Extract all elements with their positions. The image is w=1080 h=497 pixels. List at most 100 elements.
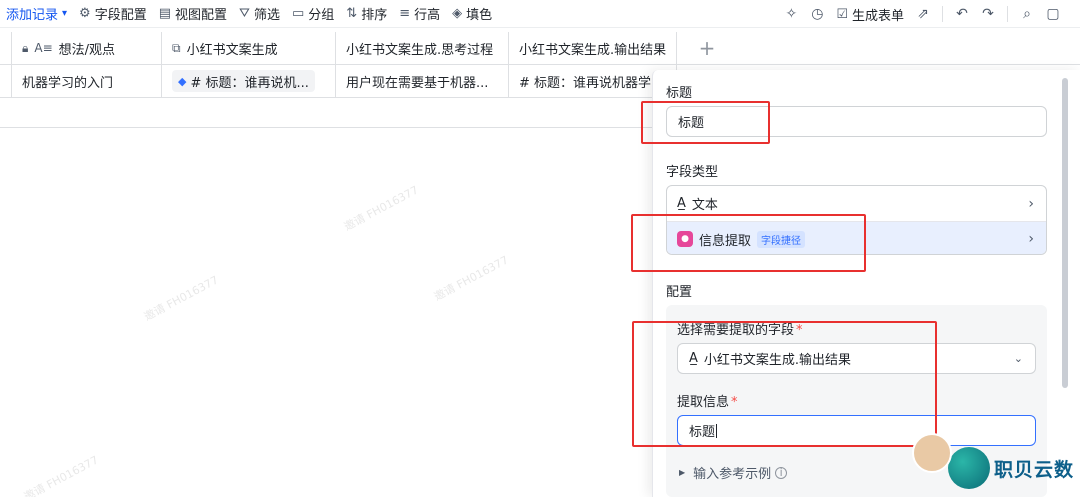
row-height-button[interactable]: ≡ 行高 [393,2,446,26]
brand-name: 职贝云数 [993,458,1074,481]
add-column-button[interactable]: + [677,32,737,64]
column-header-idea[interactable]: 🔒︎ A≡ 想法/观点 [12,32,162,64]
cell-text: 用户现在需要基于机器... [346,75,489,91]
chevron-down-icon: ▾ [62,8,68,19]
lock-icon: 🔒︎ [22,40,29,55]
table-cell[interactable]: ◆ # 标题：谁再说机... [162,65,336,97]
undo-icon[interactable]: ↶ [949,2,975,26]
add-record-label: 添加记录 [6,8,59,23]
table-cell[interactable]: 机器学习的入门 [12,65,162,97]
example-label: 输入参考示例 [693,467,772,482]
extract-info-input[interactable]: 标题 [677,415,1036,446]
avatar [911,433,952,473]
chevron-right-icon: › [1028,231,1034,247]
title-label: 标题 [666,86,693,101]
row-height-icon: ≡ [399,6,411,21]
generate-form-label: 生成表单 [851,8,904,24]
field-type-text-option[interactable]: A̲ 文本 › [667,186,1046,221]
fill-color-label: 填色 [466,8,493,23]
watermark: 邀请 FH016377 [341,183,421,234]
field-type-extract-option[interactable]: ● 信息提取 字段捷径 › [667,221,1046,254]
column-header-label: 小红书文案生成 [186,42,278,58]
text-type-icon: A̲ [689,351,698,366]
title-input-value: 标题 [678,116,705,131]
extract-info-label-text: 提取信息 [677,395,730,410]
config-label: 配置 [666,285,693,300]
column-header-label: 小红书文案生成.输出结果 [519,42,667,58]
sort-label: 排序 [361,8,388,23]
field-config-button[interactable]: ⚙ 字段配置 [73,2,153,26]
add-record-button[interactable]: 添加记录 ▾ [0,2,73,26]
select-field-label: 选择需要提取的字段 * [677,319,803,338]
search-icon[interactable]: ⌕ [1014,2,1040,26]
toolbar: 添加记录 ▾ ⚙ 字段配置 ▤ 视图配置 ⛛ 筛选 ▭ 分组 ⇅ 排序 ≡ 行高… [0,0,1080,28]
required-mark: * [796,323,803,338]
column-header-label: 小红书文案生成.思考过程 [346,42,494,58]
filter-button[interactable]: ⛛ 筛选 [233,2,286,26]
toolbar-divider [1007,6,1008,22]
column-header-thinking[interactable]: 小红书文案生成.思考过程 [336,32,509,64]
text-caret [716,423,718,438]
toolbar-right: ✧ ◷ ☑ 生成表单 ⇗ ↶ ↷ ⌕ ▢ [778,2,1066,26]
generate-form-button[interactable]: ☑ 生成表单 [830,2,910,26]
required-mark: * [731,395,738,410]
comment-icon[interactable]: ▢ [1040,2,1066,26]
view-config-button[interactable]: ▤ 视图配置 [153,2,233,26]
field-type-extract-label: 信息提取 [699,233,752,249]
example-toggle[interactable]: ▶ 输入参考示例 i [679,463,788,482]
view-config-label: 视图配置 [175,8,228,23]
watermark: 邀请 FH016377 [141,273,221,324]
field-config-panel: 标题 标题 字段类型 A̲ 文本 › ● 信息提取 字段捷径 › 配置 选择需要… [652,70,1080,497]
cell-text: 机器学习的入门 [22,75,114,91]
extract-icon: ● [677,231,693,247]
watermark: 邀请 FH016377 [21,453,101,497]
globe-icon [947,447,990,489]
row-edge [0,65,12,97]
info-icon: i [775,466,788,479]
group-icon: ▭ [291,6,305,21]
sparkle-icon[interactable]: ✧ [778,2,804,26]
table-cell[interactable]: 用户现在需要基于机器... [336,65,509,97]
filter-label: 筛选 [253,8,280,23]
shortcut-badge: 字段捷径 [757,230,806,248]
cell-text: # 标题：谁再说机... [190,75,309,91]
field-type-label: 字段类型 [666,165,719,180]
field-type-text-label: 文本 [691,198,718,213]
gear-icon: ⚙ [79,6,91,21]
column-header-output[interactable]: 小红书文案生成.输出结果 [509,32,677,64]
form-icon: ☑ [836,6,848,22]
brand-logo: 职贝云数 [911,433,1074,489]
toolbar-divider [942,6,943,22]
paint-bucket-icon: ◈ [452,6,463,21]
text-type-icon: A̲ [677,196,686,211]
ai-icon: ◆ [178,74,187,88]
grid-header: 🔒︎ A≡ 想法/观点 ⧉ 小红书文案生成 小红书文案生成.思考过程 小红书文案… [0,32,1080,65]
fill-color-button[interactable]: ◈ 填色 [446,2,498,26]
source-field-value: 小红书文案生成.输出结果 [703,353,852,368]
grid-header-edge [0,32,12,64]
group-button[interactable]: ▭ 分组 [286,2,340,26]
chevron-right-icon: › [1028,195,1034,212]
title-input[interactable]: 标题 [666,106,1047,137]
extract-info-label: 提取信息 * [677,391,738,410]
scrollbar[interactable] [1062,78,1068,388]
filter-icon: ⛛ [239,6,250,21]
history-icon[interactable]: ◷ [804,2,830,26]
column-header-label: 想法/观点 [58,42,116,58]
row-height-label: 行高 [414,8,441,23]
group-label: 分组 [308,8,335,23]
text-type-icon: A≡ [34,41,53,55]
source-field-select[interactable]: A̲ 小红书文案生成.输出结果 ⌄ [677,343,1036,374]
sort-button[interactable]: ⇅ 排序 [340,2,393,26]
redo-icon[interactable]: ↷ [975,2,1001,26]
chevron-down-icon: ⌄ [1013,352,1023,365]
field-config-label: 字段配置 [94,8,147,23]
select-field-label-text: 选择需要提取的字段 [677,323,795,338]
watermark: 邀请 FH016377 [431,253,511,304]
share-icon[interactable]: ⇗ [910,2,936,26]
cell-text: # 标题：谁再说机器学 [519,75,652,91]
field-type-list: A̲ 文本 › ● 信息提取 字段捷径 › [666,185,1047,255]
column-header-xhs-copy[interactable]: ⧉ 小红书文案生成 [162,32,336,64]
triangle-right-icon: ▶ [679,468,686,477]
cell-tag: ◆ # 标题：谁再说机... [172,70,315,92]
